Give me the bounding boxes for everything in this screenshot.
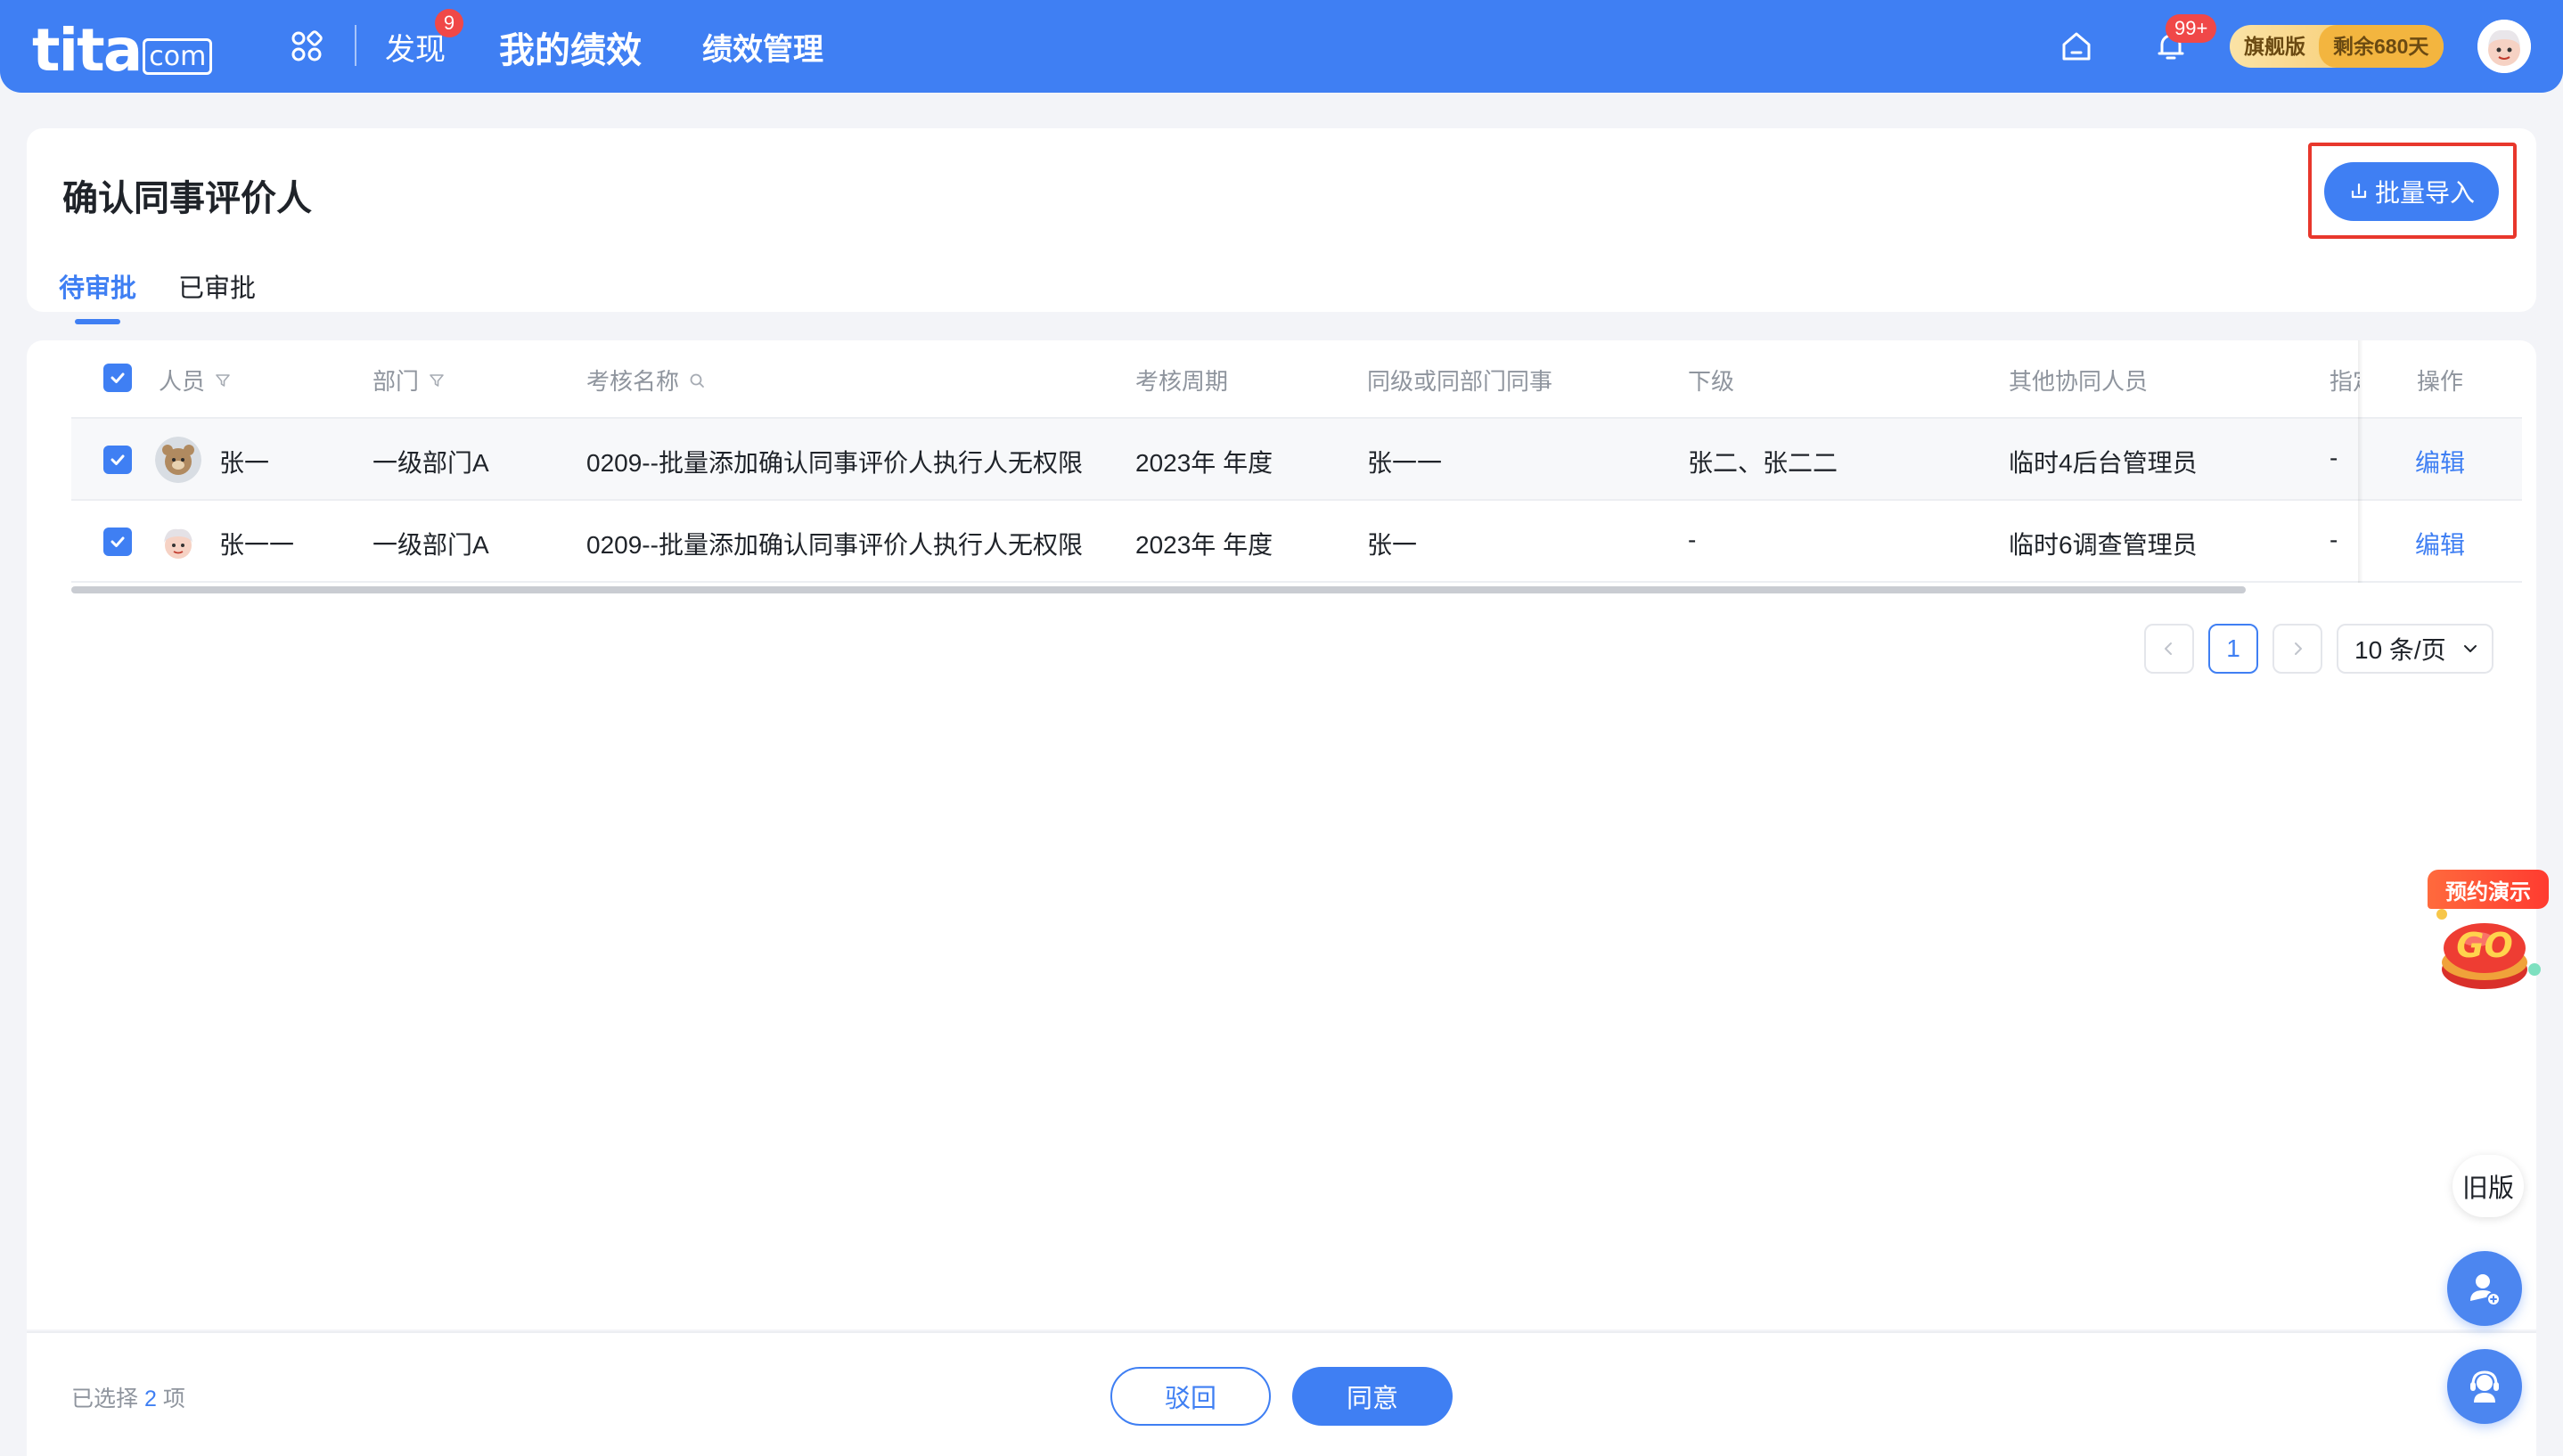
import-icon [2351, 183, 2367, 199]
reject-button[interactable]: 驳回 [1110, 1367, 1271, 1426]
row-checkbox[interactable] [103, 446, 132, 474]
action-footer: 已选择 2 项 驳回 同意 [27, 1331, 2536, 1456]
filter-icon[interactable] [428, 372, 446, 389]
search-icon[interactable] [688, 372, 706, 389]
top-navigation-bar: tita com 发现 9 我的绩效 绩效管理 99+ 旗舰版 剩余680天 [0, 0, 2563, 93]
user-avatar[interactable] [2477, 20, 2531, 73]
edit-link[interactable]: 编辑 [2415, 444, 2465, 479]
notification-badge: 99+ [2166, 14, 2217, 43]
cell-department: 一级部门A [373, 449, 489, 477]
avatar [155, 519, 201, 565]
page-title: 确认同事评价人 [62, 179, 312, 218]
plan-status-pill[interactable]: 旗舰版 剩余680天 [2230, 25, 2444, 68]
chevron-down-icon [2463, 645, 2477, 652]
cell-peers: 张一 [1367, 531, 1418, 559]
apps-grid-icon[interactable] [291, 30, 323, 62]
cell-designated: - [2330, 526, 2338, 553]
old-version-button[interactable]: 旧版 [2452, 1155, 2524, 1217]
filter-icon[interactable] [214, 372, 232, 389]
table-row[interactable]: 张一一 一级部门A 0209--批量添加确认同事评价人执行人无权限 2023年 … [71, 501, 2522, 583]
page-header-card: 确认同事评价人 批量导入 待审批 已审批 [27, 128, 2536, 324]
go-button-icon: GO [2436, 909, 2541, 989]
table-row[interactable]: 张一 一级部门A 0209--批量添加确认同事评价人执行人无权限 2023年 年… [71, 419, 2522, 501]
column-header-review-name: 考核名称 [586, 364, 706, 397]
selected-count-text: 已选择 2 项 [71, 1381, 185, 1413]
cell-subordinates: - [1688, 526, 1697, 553]
column-person-label: 人员 [159, 368, 206, 395]
cell-review-name: 0209--批量添加确认同事评价人执行人无权限 [586, 531, 1083, 559]
column-header-peers: 同级或同部门同事 [1367, 368, 1553, 395]
agree-button[interactable]: 同意 [1292, 1367, 1453, 1426]
nav-discover-label: 发现 [385, 33, 446, 67]
tab-approved[interactable]: 已审批 [178, 267, 256, 305]
chevron-right-icon [2295, 642, 2302, 655]
cell-review-cycle: 2023年 年度 [1135, 449, 1273, 477]
book-demo-widget[interactable]: 预约演示 GO [2422, 870, 2556, 1003]
cell-designated: - [2330, 444, 2338, 471]
home-icon[interactable] [2059, 29, 2094, 64]
approval-table-card: 人员 部门 考核名称 考核周期 同级或同部门同事 下级 其他协同人员 指定 操作 [27, 340, 2536, 1329]
column-department-label: 部门 [373, 368, 420, 395]
plan-name: 旗舰版 [2244, 35, 2305, 58]
pagination-prev-button[interactable] [2144, 624, 2194, 674]
cell-others: 临时6调查管理员 [2009, 531, 2198, 559]
nav-discover[interactable]: 发现 9 [385, 9, 463, 69]
cell-review-cycle: 2023年 年度 [1135, 531, 1273, 559]
tita-logo[interactable]: tita com [32, 16, 213, 85]
cell-peers: 张一一 [1367, 449, 1443, 477]
column-header-others: 其他协同人员 [2009, 368, 2149, 395]
selected-suffix: 项 [162, 1386, 185, 1411]
cell-others: 临时4后台管理员 [2009, 449, 2198, 477]
chevron-left-icon [2165, 642, 2172, 655]
cell-subordinates: 张二、张二二 [1688, 449, 1838, 477]
cell-person: 张一一 [219, 531, 295, 559]
pagination-page-current[interactable]: 1 [2208, 624, 2258, 674]
column-header-designated: 指定 [2330, 368, 2360, 395]
batch-import-label: 批量导入 [2374, 179, 2475, 207]
user-plus-icon [2470, 1274, 2501, 1306]
fixed-column-shadow [2358, 340, 2363, 583]
nav-divider [355, 25, 356, 66]
svg-text:GO: GO [2456, 926, 2513, 965]
column-header-review-cycle: 考核周期 [1135, 368, 1229, 395]
column-header-department: 部门 [373, 364, 446, 397]
page-size-label: 10 条/页 [2354, 636, 2446, 664]
horizontal-scrollbar[interactable] [71, 586, 2246, 593]
batch-import-button[interactable]: 批量导入 [2324, 162, 2499, 221]
customer-service-icon [2470, 1370, 2499, 1403]
customer-service-button[interactable] [2447, 1349, 2522, 1424]
nav-my-performance[interactable]: 我的绩效 [499, 21, 642, 73]
plan-remaining-days: 剩余680天 [2319, 25, 2444, 68]
select-all-checkbox[interactable] [103, 364, 132, 392]
pagination-next-button[interactable] [2272, 624, 2322, 674]
table-header: 人员 部门 考核名称 考核周期 同级或同部门同事 下级 其他协同人员 指定 操作 [71, 340, 2522, 419]
column-header-subordinates: 下级 [1688, 368, 1735, 395]
column-header-actions: 操作 [2417, 368, 2464, 395]
page-size-select[interactable]: 10 条/页 [2337, 624, 2493, 674]
cell-review-name: 0209--批量添加确认同事评价人执行人无权限 [586, 449, 1083, 477]
add-contact-button[interactable] [2447, 1251, 2522, 1326]
nav-performance-management[interactable]: 绩效管理 [702, 25, 823, 69]
edit-link[interactable]: 编辑 [2415, 526, 2465, 561]
column-header-person: 人员 [159, 364, 232, 397]
selected-count: 2 [143, 1386, 157, 1411]
row-checkbox[interactable] [103, 528, 132, 556]
avatar [155, 437, 201, 483]
selected-prefix: 已选择 [71, 1386, 139, 1411]
cell-person: 张一 [219, 449, 270, 477]
tab-pending-approval[interactable]: 待审批 [59, 267, 136, 324]
column-review-name-label: 考核名称 [586, 368, 680, 395]
discover-badge: 9 [435, 9, 463, 37]
cell-department: 一级部门A [373, 531, 489, 559]
